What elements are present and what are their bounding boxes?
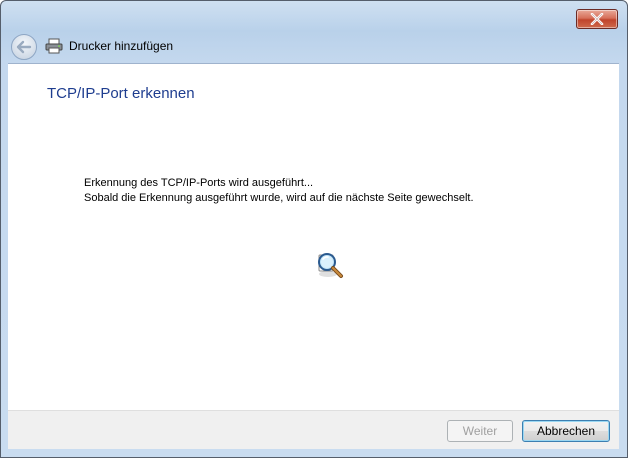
next-button[interactable]: Weiter	[447, 420, 513, 442]
status-message-line1: Erkennung des TCP/IP-Ports wird ausgefüh…	[84, 177, 314, 189]
back-button[interactable]	[11, 34, 37, 60]
wizard-footer: Weiter Abbrechen	[8, 410, 619, 449]
wizard-content: TCP/IP-Port erkennen Erkennung des TCP/I…	[8, 63, 619, 411]
add-printer-window: Drucker hinzufügen TCP/IP-Port erkennen …	[0, 0, 628, 458]
close-button[interactable]	[576, 9, 618, 29]
status-message-line2: Sobald die Erkennung ausgeführt wurde, w…	[84, 192, 474, 204]
page-heading: TCP/IP-Port erkennen	[47, 85, 195, 102]
window-title: Drucker hinzufügen	[69, 39, 174, 53]
printer-icon	[45, 38, 63, 54]
cancel-button[interactable]: Abbrechen	[522, 420, 610, 442]
close-icon	[590, 13, 604, 25]
next-button-label: Weiter	[462, 424, 498, 438]
cancel-button-label: Abbrechen	[536, 424, 596, 438]
magnifier-search-icon	[318, 253, 343, 278]
back-arrow-icon	[16, 40, 32, 54]
